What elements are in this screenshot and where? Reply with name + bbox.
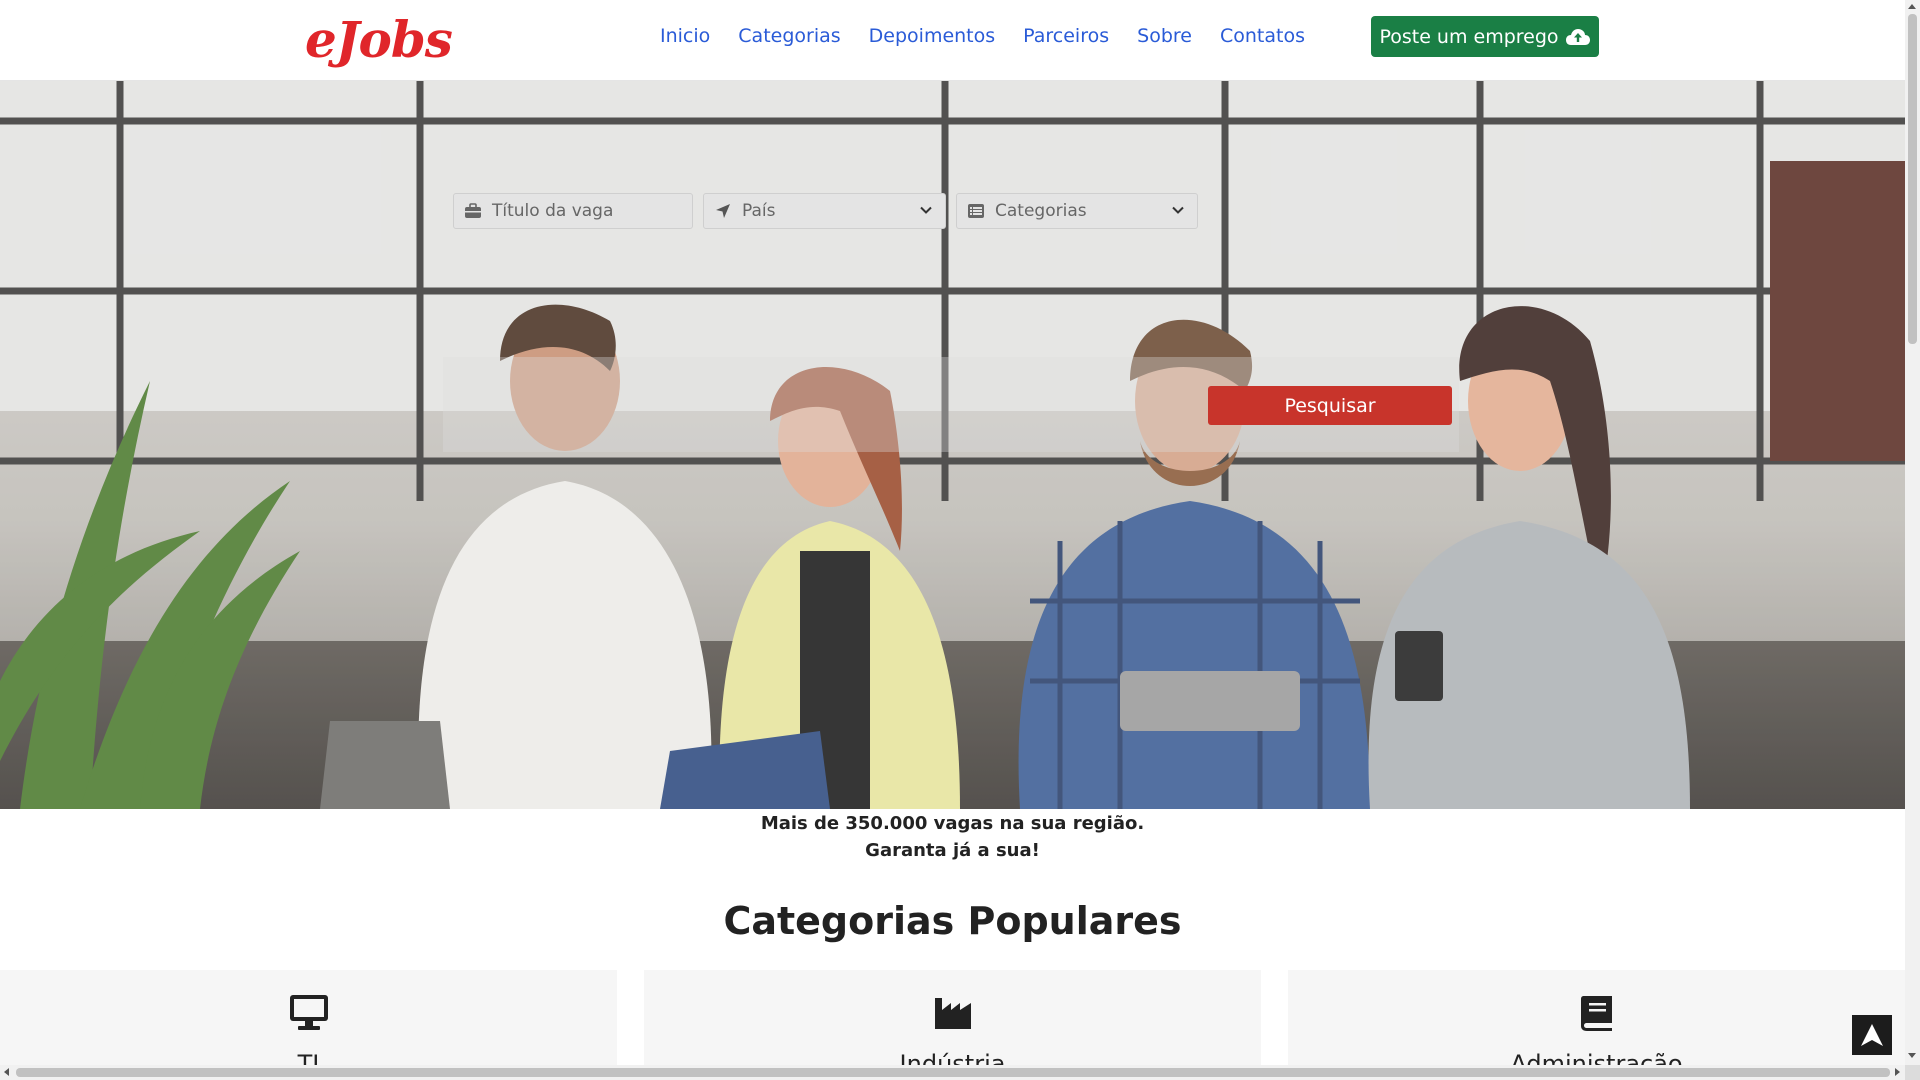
nav-link-contatos[interactable]: Contatos xyxy=(1220,22,1305,50)
industry-icon xyxy=(934,998,971,1029)
vertical-scroll-thumb[interactable] xyxy=(1908,14,1917,344)
book-icon xyxy=(1580,996,1612,1031)
scroll-down-arrow[interactable] xyxy=(1908,1053,1916,1058)
list-icon xyxy=(968,204,984,218)
horizontal-scroll-thumb[interactable] xyxy=(16,1068,1890,1077)
scrollbar-corner xyxy=(1905,1065,1920,1080)
arrow-up-icon xyxy=(1861,1024,1883,1046)
scroll-right-arrow[interactable] xyxy=(1895,1068,1900,1076)
site-logo[interactable]: eJobs xyxy=(305,10,453,70)
post-job-button[interactable]: Poste um emprego xyxy=(1371,16,1599,57)
tagline-line-1: Mais de 350.000 vagas na sua região. xyxy=(760,813,1145,834)
nav-link-inicio[interactable]: Inicio xyxy=(660,22,710,50)
category-select-value: Categorias xyxy=(995,201,1087,221)
tagline-line-2: Garanta já a sua! xyxy=(865,840,1040,861)
search-button[interactable]: Pesquisar xyxy=(1208,386,1452,425)
main-nav: Inicio Categorias Depoimentos Parceiros … xyxy=(660,22,1305,50)
hero-section: Título da vaga País Categorias Pesquisar xyxy=(0,81,1905,809)
country-select[interactable]: País xyxy=(703,193,946,229)
category-select[interactable]: Categorias xyxy=(956,193,1198,229)
chevron-down-icon xyxy=(920,206,932,214)
category-card-industria[interactable]: Indústria xyxy=(644,970,1261,1080)
nav-link-depoimentos[interactable]: Depoimentos xyxy=(869,22,996,50)
desktop-icon xyxy=(289,995,328,1030)
briefcase-icon xyxy=(465,203,481,218)
horizontal-scrollbar[interactable] xyxy=(0,1065,1905,1080)
vertical-scrollbar[interactable] xyxy=(1905,0,1920,1080)
location-arrow-icon xyxy=(716,204,730,218)
category-card-administracao[interactable]: Administração xyxy=(1288,970,1905,1080)
country-select-value: País xyxy=(742,201,776,221)
cloud-upload-icon xyxy=(1565,28,1590,45)
site-header: eJobs Inicio Categorias Depoimentos Parc… xyxy=(0,0,1905,81)
nav-link-sobre[interactable]: Sobre xyxy=(1137,22,1192,50)
nav-link-parceiros[interactable]: Parceiros xyxy=(1023,22,1109,50)
back-to-top-button[interactable] xyxy=(1852,1015,1892,1055)
hero-tagline: Mais de 350.000 vagas na sua região. Gar… xyxy=(0,810,1905,864)
category-card-ti[interactable]: TI xyxy=(0,970,617,1080)
post-job-label: Poste um emprego xyxy=(1379,25,1559,48)
nav-link-categorias[interactable]: Categorias xyxy=(738,22,840,50)
scroll-up-arrow[interactable] xyxy=(1908,4,1916,9)
scroll-left-arrow[interactable] xyxy=(4,1068,9,1076)
popular-categories-title: Categorias Populares xyxy=(723,899,1182,943)
chevron-down-icon xyxy=(1172,206,1184,214)
job-title-input[interactable]: Título da vaga xyxy=(453,193,693,229)
job-title-placeholder: Título da vaga xyxy=(492,201,614,221)
